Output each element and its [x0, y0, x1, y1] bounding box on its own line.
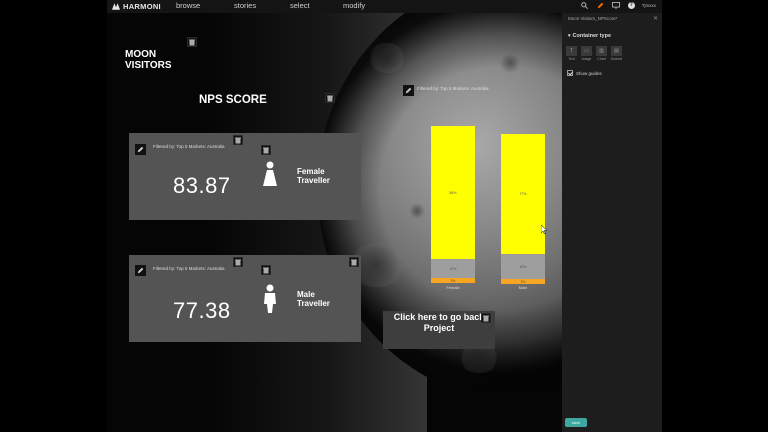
- female-traveller-label: Female Traveller: [297, 167, 330, 185]
- edit-chart-icon[interactable]: [403, 85, 414, 96]
- filter-label: Filtered by: Top 5 Markets: Australia: [153, 144, 225, 149]
- left-letterbox: [0, 0, 107, 432]
- username[interactable]: Tjmxxx: [642, 3, 656, 8]
- chart-icon: ▥: [596, 46, 607, 56]
- brand-name: HARMONI: [123, 2, 161, 11]
- save-button[interactable]: save: [565, 418, 587, 427]
- container-type-image[interactable]: ▭ Image: [580, 46, 593, 61]
- image-icon: ▭: [581, 46, 592, 56]
- top-right-tools: ? Tjmxxx: [580, 1, 656, 10]
- right-letterbox: [662, 0, 768, 432]
- crater: [497, 53, 523, 73]
- page-title[interactable]: MOON VISITORS: [125, 49, 205, 71]
- nav-browse[interactable]: browse: [176, 1, 200, 10]
- container-type-chart[interactable]: ▥ Chart: [595, 46, 608, 61]
- container-type-embed[interactable]: ▤ Embed: [610, 46, 623, 61]
- delete-card-icon[interactable]: [233, 257, 243, 267]
- help-icon[interactable]: ?: [627, 2, 635, 9]
- chevron-down-icon: ▾: [568, 33, 571, 39]
- top-bar: HARMONI browse stories select modify ? T…: [107, 0, 662, 13]
- search-icon[interactable]: [580, 1, 589, 10]
- delete-button-icon[interactable]: [481, 313, 491, 323]
- bar-data-label: 3%: [450, 278, 456, 283]
- container-type-label: Text: [568, 57, 575, 61]
- section-label: Container type: [572, 33, 612, 39]
- show-guides-checkbox[interactable]: [567, 70, 573, 76]
- story-canvas[interactable]: MOON VISITORS NPS SCORE Filtered by: Top…: [107, 13, 562, 432]
- crater: [367, 43, 407, 73]
- delete-title-icon[interactable]: [187, 37, 197, 47]
- show-guides-label: Show guides: [576, 70, 602, 76]
- x-category-label: Female: [446, 285, 460, 290]
- file-title: Moon Visitors_NPScore*: [568, 16, 618, 21]
- container-type-text[interactable]: T Text: [565, 46, 578, 61]
- bar-data-label: 77%: [519, 192, 527, 196]
- edit-card-icon[interactable]: [135, 265, 146, 276]
- pencil-icon[interactable]: [596, 1, 605, 10]
- male-nps-score: 77.38: [173, 298, 231, 323]
- present-icon[interactable]: [612, 1, 621, 10]
- male-person-icon: [264, 284, 276, 313]
- container-type-options: T Text ▭ Image ▥ Chart ▤ Embed: [565, 46, 623, 61]
- container-type-label: Chart: [597, 57, 606, 61]
- container-type-label: Image: [581, 57, 592, 61]
- male-score-card[interactable]: Filtered by: Top 5 Markets: Australia 77…: [129, 255, 361, 342]
- mouse-cursor-icon: [541, 225, 548, 234]
- section-title-nps[interactable]: NPS SCORE: [199, 94, 267, 106]
- bar-data-label: 12%: [449, 266, 457, 271]
- app-window: HARMONI browse stories select modify ? T…: [0, 0, 768, 432]
- female-nps-score: 83.87: [173, 173, 231, 198]
- properties-panel: Moon Visitors_NPScore* ✕ ▾ Container type…: [562, 13, 662, 432]
- text-icon: T: [566, 46, 577, 56]
- female-score-card[interactable]: Filtered by: Top 5 Markets: Australia 83…: [129, 133, 361, 220]
- nav-select[interactable]: select: [290, 1, 310, 10]
- chart-filter-label: Filtered by: Top 5 Markets: Australia: [417, 86, 489, 91]
- crater: [407, 203, 427, 219]
- brand-logo[interactable]: HARMONI: [112, 2, 161, 11]
- bar-data-label: 3%: [520, 279, 526, 284]
- edit-card-icon[interactable]: [135, 144, 146, 155]
- container-type-section[interactable]: ▾ Container type: [568, 33, 611, 39]
- bar-female[interactable]: 84% 12% 3%: [431, 126, 475, 283]
- go-back-label: Click here to go back Project: [393, 312, 485, 333]
- delete-icon-element[interactable]: [261, 145, 271, 155]
- container-type-label: Embed: [610, 57, 623, 61]
- delete-icon[interactable]: [349, 257, 359, 267]
- bar-male[interactable]: 77% 16% 3%: [501, 134, 545, 284]
- x-category-label: Male: [518, 285, 528, 290]
- male-traveller-label: Male Traveller: [297, 290, 330, 308]
- go-back-button[interactable]: Click here to go back Project: [383, 311, 495, 349]
- embed-icon: ▤: [611, 46, 622, 56]
- delete-subtitle-icon[interactable]: [325, 93, 335, 103]
- close-panel-icon[interactable]: ✕: [653, 15, 658, 22]
- female-person-icon: [263, 161, 277, 186]
- delete-icon-element[interactable]: [261, 265, 271, 275]
- show-guides-row[interactable]: Show guides: [567, 70, 602, 76]
- bar-data-label: 16%: [519, 264, 527, 269]
- nav-modify[interactable]: modify: [343, 1, 365, 10]
- filter-label: Filtered by: Top 5 Markets: Australia: [153, 266, 225, 271]
- harmoni-logo-icon: [112, 3, 120, 10]
- nav-stories[interactable]: stories: [234, 1, 256, 10]
- delete-card-icon[interactable]: [233, 135, 243, 145]
- bar-data-label: 84%: [449, 190, 457, 195]
